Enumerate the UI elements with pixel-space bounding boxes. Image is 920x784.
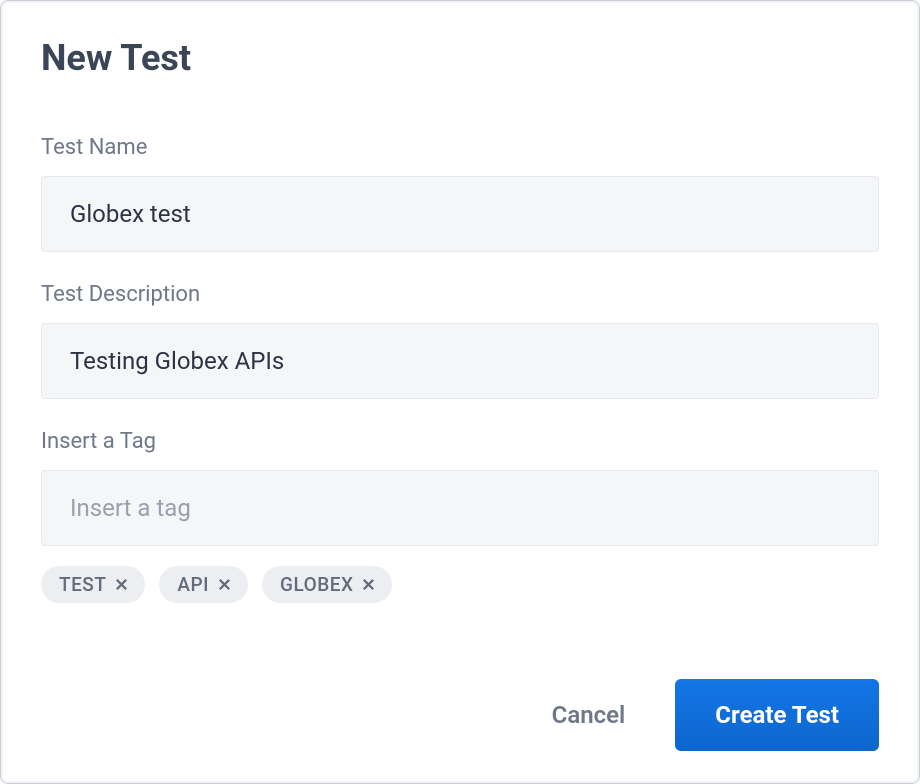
remove-tag-icon[interactable] <box>361 577 376 592</box>
new-test-dialog: New Test Test Name Test Description Inse… <box>0 0 920 784</box>
dialog-footer: Cancel Create Test <box>41 679 879 751</box>
test-description-input[interactable] <box>41 323 879 399</box>
tag-label: API <box>177 573 209 596</box>
test-description-label: Test Description <box>41 282 879 307</box>
remove-tag-icon[interactable] <box>217 577 232 592</box>
test-name-label: Test Name <box>41 135 879 160</box>
tag-list: TEST API GLOBEX <box>41 566 879 603</box>
dialog-title: New Test <box>41 37 879 79</box>
remove-tag-icon[interactable] <box>114 577 129 592</box>
tag-chip: TEST <box>41 566 145 603</box>
tag-chip: GLOBEX <box>262 566 392 603</box>
tag-chip: API <box>159 566 248 603</box>
create-test-button[interactable]: Create Test <box>675 679 879 751</box>
tag-label: GLOBEX <box>280 573 353 596</box>
test-name-input[interactable] <box>41 176 879 252</box>
tag-label: TEST <box>59 573 106 596</box>
insert-tag-label: Insert a Tag <box>41 429 879 454</box>
tag-input[interactable] <box>41 470 879 546</box>
cancel-button[interactable]: Cancel <box>542 689 636 741</box>
